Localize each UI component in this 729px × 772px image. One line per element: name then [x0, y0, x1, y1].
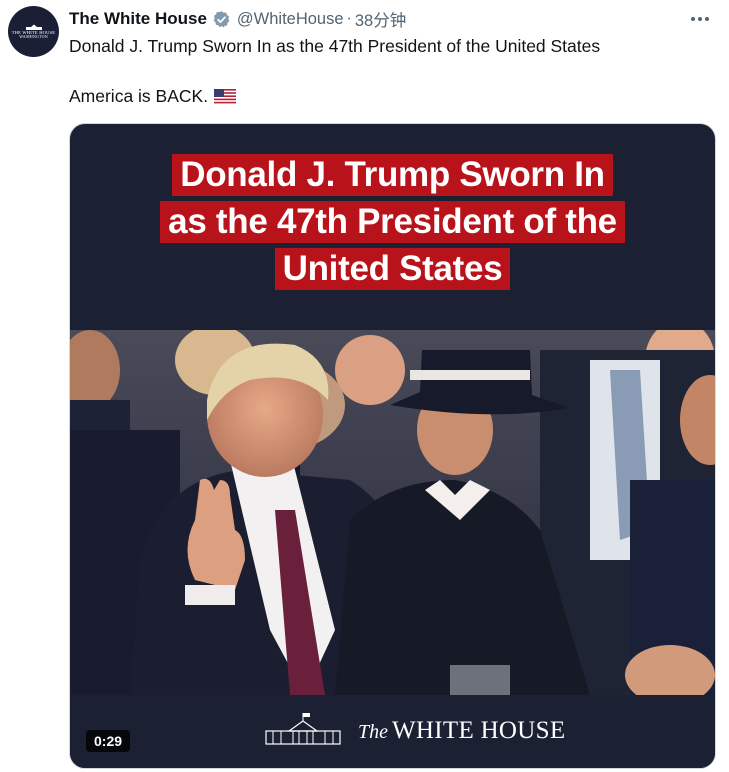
tweet[interactable]: THE WHITE HOUSE WASHINGTON The White Hou…: [0, 0, 729, 772]
display-name[interactable]: The White House: [69, 9, 207, 29]
us-flag-icon: [214, 89, 237, 104]
more-horizontal-icon[interactable]: [685, 7, 715, 31]
avatar-subtext: WASHINGTON: [19, 33, 48, 39]
handle[interactable]: @WhiteHouse: [237, 10, 344, 29]
white-house-logo-icon: [265, 713, 341, 745]
tweet-text-line2-content: America is BACK.: [69, 86, 209, 106]
verified-badge-icon: [212, 10, 231, 29]
video-title-line: as the 47th President of the: [160, 201, 625, 243]
video-title-line: Donald J. Trump Sworn In: [172, 154, 613, 196]
video-title-line: United States: [274, 248, 511, 290]
tweet-header: The White House @WhiteHouse · 38分钟: [69, 7, 719, 31]
video-duration-badge: 0:29: [86, 730, 131, 752]
video-watermark-bar: The WHITE HOUSE: [70, 695, 715, 768]
avatar[interactable]: THE WHITE HOUSE WASHINGTON: [8, 6, 59, 57]
tweet-text-line1: Donald J. Trump Sworn In as the 47th Pre…: [69, 36, 601, 56]
tweet-text-line2: America is BACK.: [69, 86, 237, 107]
logo-text-white-house: WHITE HOUSE: [392, 717, 566, 744]
separator-dot: ·: [346, 10, 352, 27]
timestamp[interactable]: 38分钟: [355, 7, 406, 31]
video-frame-image: [70, 330, 715, 695]
video-title-block: Donald J. Trump Sworn In as the 47th Pre…: [70, 154, 715, 295]
video-player[interactable]: Donald J. Trump Sworn In as the 47th Pre…: [69, 123, 716, 769]
logo-text-the: The: [358, 721, 388, 743]
